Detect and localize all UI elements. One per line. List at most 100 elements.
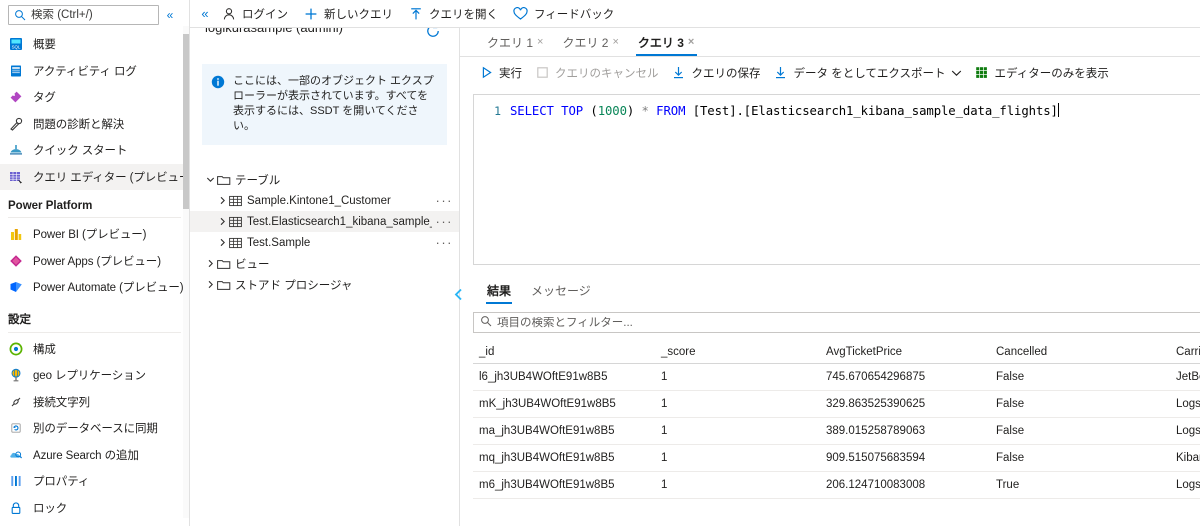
sql-token-top: TOP [561,104,584,118]
editor-toolbar-label: エディターのみを表示 [994,67,1109,80]
chevron-right-icon[interactable] [204,280,217,289]
tree-node-tables[interactable]: テーブル [190,169,459,190]
chevron-down-icon[interactable] [204,175,217,184]
table-icon [229,195,244,207]
login-button[interactable]: ログイン [216,0,298,27]
power-automate-icon [8,279,24,295]
table-row[interactable]: mK_jh3UB4WOftE91w8B5 1 329.863525390625 … [473,391,1200,418]
sidebar-item-label: タグ [33,92,56,105]
table-row[interactable]: mq_jh3UB4WOftE91w8B5 1 909.515075683594 … [473,445,1200,472]
sidebar-collapse-icon[interactable]: « [159,8,181,22]
sidebar-item-azure-search[interactable]: Azure Search の追加 [0,442,189,469]
sidebar-item-power-apps[interactable]: Power Apps (プレビュー) [0,248,189,275]
tree-node-views[interactable]: ビュー [190,253,459,274]
more-options-icon[interactable]: ··· [432,193,454,208]
sql-editor[interactable]: 1 SELECT TOP (1000) * FROM [Test].[Elast… [473,94,1200,265]
tab-results[interactable]: 結果 [477,277,521,304]
feedback-button[interactable]: フィードバック [508,0,624,27]
sidebar-item-overview[interactable]: SQL 概要 [0,31,189,58]
sidebar-item-power-automate[interactable]: Power Automate (プレビュー) [0,274,189,301]
connection-strings-icon [8,394,24,410]
sidebar-item-connection-strings[interactable]: 接続文字列 [0,389,189,416]
chevron-down-icon[interactable] [951,69,962,77]
cell-carrier: Logstas [1176,479,1200,491]
sidebar-search-row: « [0,0,189,31]
sidebar-item-sync-database[interactable]: 別のデータベースに同期 [0,415,189,442]
tree-node-label: ストアド プロシージャ [235,279,353,292]
chevron-right-icon[interactable] [216,217,229,226]
sidebar-item-activity-log[interactable]: アクティビティ ログ [0,58,189,85]
cancel-query-button[interactable]: クエリのキャンセル [530,60,667,86]
sidebar-item-geo-replication[interactable]: geo レプリケーション [0,362,189,389]
sidebar-item-configuration[interactable]: 構成 [0,336,189,363]
heart-icon [512,6,529,21]
explorer-collapse-handle[interactable] [452,282,466,306]
download-icon [670,66,688,79]
table-row[interactable]: m6_jh3UB4WOftE91w8B5 1 206.124710083008 … [473,472,1200,499]
column-header-score[interactable]: _score [655,346,820,358]
close-icon[interactable]: × [537,36,543,48]
tree-node-stored-procedures[interactable]: ストアド プロシージャ [190,274,459,295]
more-options-icon[interactable]: ··· [432,214,454,229]
show-editor-only-button[interactable]: エディターのみを表示 [970,60,1117,86]
sidebar-item-properties[interactable]: プロパティ [0,468,189,495]
activity-log-icon [8,63,24,79]
tab-messages[interactable]: メッセージ [521,277,601,304]
sidebar-item-power-bi[interactable]: Power BI (プレビュー) [0,221,189,248]
sidebar-item-quick-start[interactable]: クイック スタート [0,137,189,164]
sidebar-item-label: Power Apps (プレビュー) [33,255,161,268]
cell-score: 1 [661,479,668,491]
folder-icon [217,174,232,186]
sql-token-number: 1000 [597,104,627,118]
cell-avgticketprice: 389.015258789063 [826,425,926,437]
folder-icon [217,258,232,270]
tree-node-test-elasticsearch1-kibana-sample[interactable]: Test.Elasticsearch1_kibana_sample_ ··· [190,211,459,232]
tag-icon [8,89,24,105]
chevron-right-icon[interactable] [216,238,229,247]
cell-cancelled: True [996,479,1020,491]
tree-node-label: Test.Sample [247,236,311,249]
search-input-wrapper[interactable] [8,5,159,25]
column-header-carrier[interactable]: Carrier [1170,346,1200,358]
cell-avgticketprice: 329.863525390625 [826,398,926,410]
play-icon [477,66,495,79]
column-header-id[interactable]: _id [473,346,655,358]
close-icon[interactable]: × [612,36,618,48]
table-row[interactable]: l6_jh3UB4WOftE91w8B5 1 745.670654296875 … [473,364,1200,391]
query-tab-1[interactable]: クエリ 1 × [477,28,552,56]
quick-start-icon [8,142,24,158]
search-input[interactable] [31,9,153,21]
toolbar-collapse-icon[interactable]: « [194,6,216,21]
sidebar-item-diagnose-solve[interactable]: 問題の診断と解決 [0,111,189,138]
sql-token-target: [Test].[Elasticsearch1_kibana_sample_dat… [692,104,1058,118]
save-query-button[interactable]: クエリの保存 [667,60,769,86]
export-data-button[interactable]: データ をとしてエクスポート [769,60,970,86]
tree-node-test-sample[interactable]: Test.Sample ··· [190,232,459,253]
overview-icon: SQL [8,36,24,52]
more-options-icon[interactable]: ··· [432,235,454,250]
object-tree: テーブル Sample.Kintone1_Customer ··· Test.E… [190,169,459,295]
close-icon[interactable]: × [688,36,694,48]
sidebar-scrollbar[interactable] [183,26,189,518]
sidebar-scrollbar-thumb[interactable] [183,34,189,209]
chevron-right-icon[interactable] [216,196,229,205]
column-header-avgticketprice[interactable]: AvgTicketPrice [820,346,990,358]
filter-input-wrapper[interactable] [473,312,1200,333]
column-header-cancelled[interactable]: Cancelled [990,346,1170,358]
run-button[interactable]: 実行 [474,60,530,86]
results-filter-input[interactable] [497,316,1200,329]
query-tab-2[interactable]: クエリ 2 × [552,28,627,56]
upload-arrow-icon [407,7,424,21]
chevron-right-icon[interactable] [204,259,217,268]
sidebar-item-query-editor[interactable]: クエリ エディター (プレビュー) [0,163,189,190]
cell-carrier: Logstas [1176,425,1200,437]
cell-id: ma_jh3UB4WOftE91w8B5 [479,425,615,437]
tree-node-sample-kintone1-customer[interactable]: Sample.Kintone1_Customer ··· [190,190,459,211]
new-query-button[interactable]: 新しいクエリ [298,0,403,27]
query-tab-3[interactable]: クエリ 3 × [628,28,703,56]
cell-score: 1 [661,452,668,464]
sidebar-item-locks[interactable]: ロック [0,495,189,522]
sidebar-item-tags[interactable]: タグ [0,84,189,111]
open-query-button[interactable]: クエリを開く [403,0,508,27]
table-row[interactable]: ma_jh3UB4WOftE91w8B5 1 389.015258789063 … [473,418,1200,445]
